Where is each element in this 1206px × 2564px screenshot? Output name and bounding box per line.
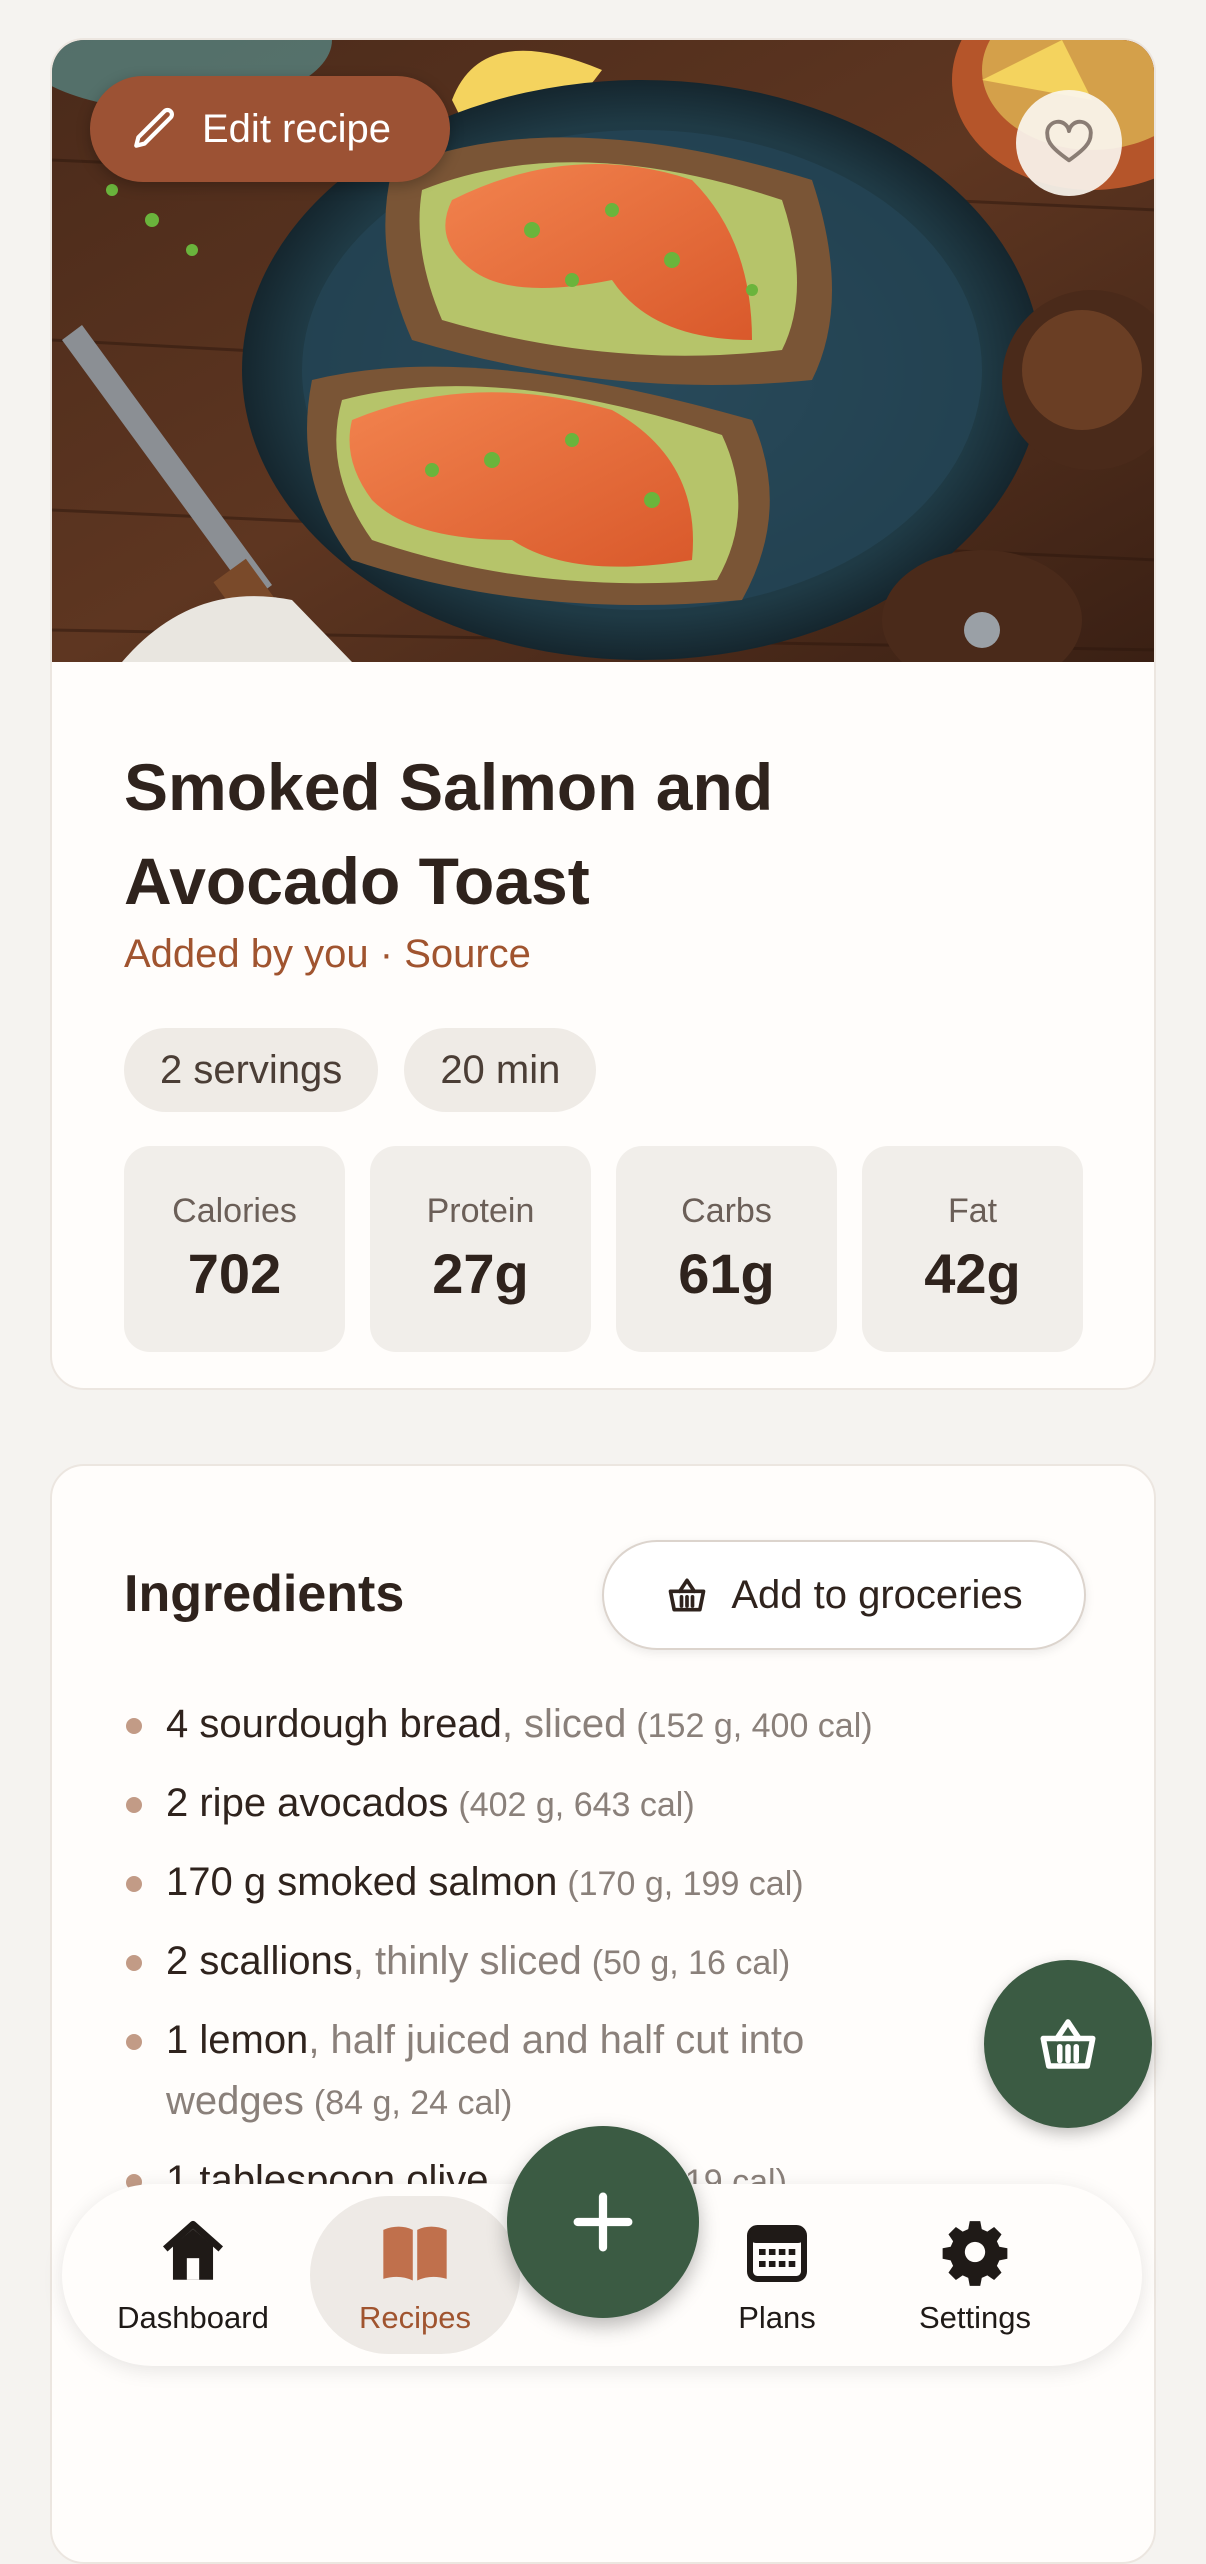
source-link[interactable]: Source xyxy=(404,932,531,976)
servings-chip: 2 servings xyxy=(124,1028,379,1112)
macro-label: Calories xyxy=(172,1192,297,1230)
book-icon xyxy=(377,2214,453,2290)
pencil-icon xyxy=(130,104,180,154)
ingredient-main: 4 sourdough bread xyxy=(166,1702,502,1746)
macro-calories: Calories 702 xyxy=(124,1146,345,1352)
macro-carbs: Carbs 61g xyxy=(616,1146,837,1352)
macro-fat: Fat 42g xyxy=(862,1146,1083,1352)
nav-recipes[interactable]: Recipes xyxy=(310,2196,520,2354)
nav-settings[interactable]: Settings xyxy=(870,2196,1080,2354)
ingredient-nutrition: (402 g, 643 cal) xyxy=(458,1786,695,1824)
macro-value: 27g xyxy=(432,1242,529,1305)
edit-recipe-button[interactable]: Edit recipe xyxy=(90,76,450,182)
ingredient-main: 2 scallions xyxy=(166,1939,353,1983)
heart-icon xyxy=(1043,117,1095,169)
recipe-attribution: Added by you · Source xyxy=(124,932,531,977)
macro-value: 61g xyxy=(678,1242,775,1305)
ingredient-nutrition: (50 g, 16 cal) xyxy=(591,1944,791,1982)
edit-recipe-label: Edit recipe xyxy=(202,106,391,151)
calendar-icon xyxy=(739,2214,815,2290)
macro-label: Protein xyxy=(426,1192,535,1230)
macro-protein: Protein 27g xyxy=(370,1146,591,1352)
nav-dashboard[interactable]: Dashboard xyxy=(88,2196,298,2354)
ingredient-item: 1 lemon, half juiced and half cut into w… xyxy=(124,2010,906,2134)
time-chip: 20 min xyxy=(404,1028,597,1112)
ingredient-item: 2 ripe avocados (402 g, 643 cal) xyxy=(124,1773,1024,1836)
basket-icon xyxy=(1035,2011,1101,2077)
ingredient-nutrition: (84 g, 24 cal) xyxy=(313,2084,513,2122)
ingredient-nutrition: (152 g, 400 cal) xyxy=(636,1707,873,1745)
favorite-button[interactable] xyxy=(1016,90,1122,196)
ingredient-item: 170 g smoked salmon (170 g, 199 cal) xyxy=(124,1852,1024,1915)
ingredient-main: 1 lemon xyxy=(166,2018,309,2062)
recipe-title: Smoked Salmon and Avocado Toast xyxy=(124,750,774,918)
ingredient-item: 4 sourdough bread, sliced (152 g, 400 cal… xyxy=(124,1694,1024,1757)
macro-label: Fat xyxy=(947,1192,998,1230)
added-by-text: Added by you xyxy=(124,932,369,976)
add-button[interactable] xyxy=(507,2126,699,2318)
gear-icon xyxy=(937,2214,1013,2290)
plus-icon xyxy=(565,2184,641,2260)
add-to-groceries-label: Add to groceries xyxy=(731,1572,1023,1617)
recipe-chips: 2 servings 20 min xyxy=(124,1028,597,1112)
ingredient-main: 170 g smoked salmon xyxy=(166,1860,558,1904)
ingredient-nutrition: (170 g, 199 cal) xyxy=(567,1865,804,1903)
macros-row: Calories 702 Protein 27g Carbs 61g Fat 4… xyxy=(124,1146,1083,1352)
ingredient-item: 2 scallions, thinly sliced (50 g, 16 cal) xyxy=(124,1931,1024,1994)
groceries-fab[interactable] xyxy=(984,1960,1152,2128)
basket-icon xyxy=(665,1573,709,1617)
macro-value: 42g xyxy=(924,1242,1021,1305)
nav-plans[interactable]: Plans xyxy=(672,2196,882,2354)
separator: · xyxy=(368,932,405,976)
add-to-groceries-button[interactable]: Add to groceries xyxy=(602,1540,1086,1650)
macro-value: 702 xyxy=(187,1242,282,1305)
ingredient-note: , sliced xyxy=(501,1702,627,1746)
ingredient-main: 2 ripe avocados xyxy=(166,1781,449,1825)
nav-label: Dashboard xyxy=(117,2300,269,2335)
ingredients-heading: Ingredients xyxy=(124,1565,405,1623)
nav-label: Recipes xyxy=(359,2300,471,2335)
nav-label: Settings xyxy=(918,2300,1031,2335)
recipe-photo: Edit recipe xyxy=(52,40,1154,662)
home-icon xyxy=(155,2214,231,2290)
nav-label: Plans xyxy=(738,2300,816,2335)
recipe-card: Edit recipe Smoked Salmon and Avocado To… xyxy=(50,38,1156,1390)
ingredient-note: , thinly sliced xyxy=(352,1939,582,1983)
macro-label: Carbs xyxy=(681,1192,772,1230)
